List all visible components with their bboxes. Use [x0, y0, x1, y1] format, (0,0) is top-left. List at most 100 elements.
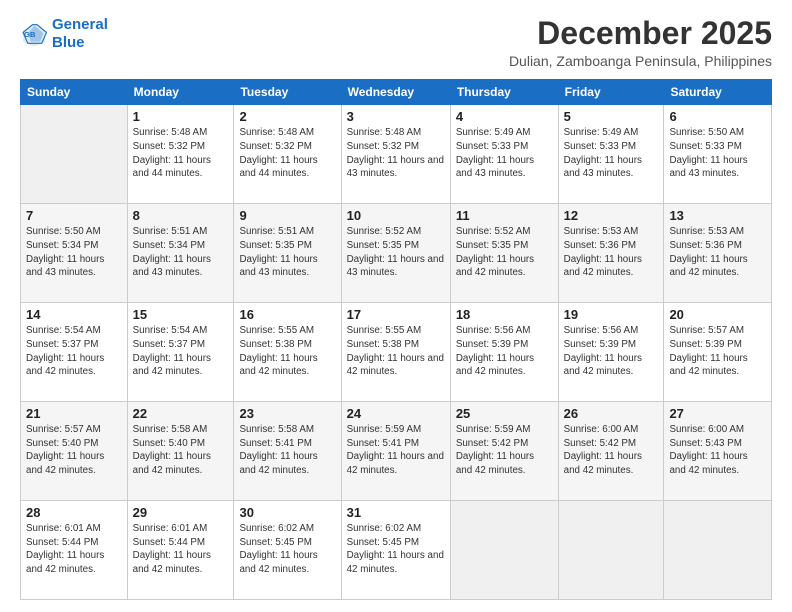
- calendar-cell: 30Sunrise: 6:02 AMSunset: 5:45 PMDayligh…: [234, 501, 341, 600]
- calendar-cell: 6Sunrise: 5:50 AMSunset: 5:33 PMDaylight…: [664, 105, 772, 204]
- calendar-cell: 22Sunrise: 5:58 AMSunset: 5:40 PMDayligh…: [127, 402, 234, 501]
- calendar-cell: 31 Sunrise: 6:02 AMSunset: 5:45 PMDayligh…: [341, 501, 450, 600]
- calendar-cell: [558, 501, 664, 600]
- page: GB General Blue December 2025 Dulian, Za…: [0, 0, 792, 612]
- calendar-cell: 25 Sunrise: 5:59 AMSunset: 5:42 PMDayligh…: [450, 402, 558, 501]
- day-number: 10: [347, 208, 445, 223]
- calendar-week-row: 7Sunrise: 5:50 AMSunset: 5:34 PMDaylight…: [21, 204, 772, 303]
- svg-text:GB: GB: [24, 30, 36, 39]
- day-number: 29: [133, 505, 229, 520]
- day-number: 12: [564, 208, 659, 223]
- calendar-cell: 5 Sunrise: 5:49 AMSunset: 5:33 PMDaylight…: [558, 105, 664, 204]
- day-info: Sunrise: 6:02 AMSunset: 5:45 PMDaylight:…: [347, 522, 445, 577]
- day-info: Sunrise: 5:51 AMSunset: 5:35 PMDaylight:…: [239, 225, 335, 280]
- main-title: December 2025: [509, 16, 772, 51]
- day-number: 8: [133, 208, 229, 223]
- calendar-week-row: 21 Sunrise: 5:57 AMSunset: 5:40 PMDayligh…: [21, 402, 772, 501]
- weekday-header: Thursday: [450, 80, 558, 105]
- calendar-cell: 20 Sunrise: 5:57 AMSunset: 5:39 PMDayligh…: [664, 303, 772, 402]
- calendar-cell: 29 Sunrise: 6:01 AMSunset: 5:44 PMDayligh…: [127, 501, 234, 600]
- day-number: 6: [669, 109, 766, 124]
- calendar-cell: 12 Sunrise: 5:53 AMSunset: 5:36 PMDayligh…: [558, 204, 664, 303]
- day-number: 2: [239, 109, 335, 124]
- calendar-cell: 17 Sunrise: 5:55 AMSunset: 5:38 PMDayligh…: [341, 303, 450, 402]
- calendar-cell: 26Sunrise: 6:00 AMSunset: 5:42 PMDayligh…: [558, 402, 664, 501]
- day-number: 31: [347, 505, 445, 520]
- day-number: 26: [564, 406, 659, 421]
- day-info: Sunrise: 6:01 AMSunset: 5:44 PMDaylight:…: [133, 522, 229, 577]
- calendar-header-row: SundayMondayTuesdayWednesdayThursdayFrid…: [21, 80, 772, 105]
- day-number: 5: [564, 109, 659, 124]
- weekday-header: Sunday: [21, 80, 128, 105]
- calendar-cell: 27Sunrise: 6:00 AMSunset: 5:43 PMDayligh…: [664, 402, 772, 501]
- calendar-cell: [664, 501, 772, 600]
- calendar-cell: 28 Sunrise: 6:01 AMSunset: 5:44 PMDayligh…: [21, 501, 128, 600]
- day-number: 23: [239, 406, 335, 421]
- day-info: Sunrise: 5:57 AMSunset: 5:40 PMDaylight:…: [26, 423, 122, 478]
- logo: GB General Blue: [20, 16, 108, 52]
- calendar-cell: 11 Sunrise: 5:52 AMSunset: 5:35 PMDayligh…: [450, 204, 558, 303]
- day-number: 15: [133, 307, 229, 322]
- calendar-cell: 19 Sunrise: 5:56 AMSunset: 5:39 PMDayligh…: [558, 303, 664, 402]
- calendar-cell: 24 Sunrise: 5:59 AMSunset: 5:41 PMDayligh…: [341, 402, 450, 501]
- day-info: Sunrise: 5:53 AMSunset: 5:36 PMDaylight:…: [564, 225, 659, 280]
- day-number: 24: [347, 406, 445, 421]
- weekday-header: Tuesday: [234, 80, 341, 105]
- day-info: Sunrise: 5:56 AMSunset: 5:39 PMDaylight:…: [564, 324, 659, 379]
- weekday-header: Monday: [127, 80, 234, 105]
- calendar-cell: 18 Sunrise: 5:56 AMSunset: 5:39 PMDayligh…: [450, 303, 558, 402]
- day-number: 1: [133, 109, 229, 124]
- day-number: 30: [239, 505, 335, 520]
- day-number: 28: [26, 505, 122, 520]
- calendar-cell: 16Sunrise: 5:55 AMSunset: 5:38 PMDayligh…: [234, 303, 341, 402]
- logo-icon: GB: [20, 20, 48, 48]
- day-info: Sunrise: 5:49 AMSunset: 5:33 PMDaylight:…: [564, 126, 659, 181]
- calendar-cell: 13 Sunrise: 5:53 AMSunset: 5:36 PMDayligh…: [664, 204, 772, 303]
- day-info: Sunrise: 6:00 AMSunset: 5:43 PMDaylight:…: [669, 423, 766, 478]
- calendar-week-row: 1 Sunrise: 5:48 AMSunset: 5:32 PMDaylight…: [21, 105, 772, 204]
- day-info: Sunrise: 5:55 AMSunset: 5:38 PMDaylight:…: [347, 324, 445, 379]
- calendar-cell: 10 Sunrise: 5:52 AMSunset: 5:35 PMDayligh…: [341, 204, 450, 303]
- day-info: Sunrise: 5:49 AMSunset: 5:33 PMDaylight:…: [456, 126, 553, 181]
- day-number: 9: [239, 208, 335, 223]
- day-number: 11: [456, 208, 553, 223]
- day-info: Sunrise: 5:54 AMSunset: 5:37 PMDaylight:…: [26, 324, 122, 379]
- day-number: 17: [347, 307, 445, 322]
- day-number: 19: [564, 307, 659, 322]
- calendar-cell: 9 Sunrise: 5:51 AMSunset: 5:35 PMDaylight…: [234, 204, 341, 303]
- logo-text: General Blue: [52, 16, 108, 52]
- day-info: Sunrise: 5:51 AMSunset: 5:34 PMDaylight:…: [133, 225, 229, 280]
- logo-line1: General: [52, 16, 108, 33]
- subtitle: Dulian, Zamboanga Peninsula, Philippines: [509, 53, 772, 69]
- calendar-cell: 8 Sunrise: 5:51 AMSunset: 5:34 PMDaylight…: [127, 204, 234, 303]
- day-number: 20: [669, 307, 766, 322]
- day-number: 18: [456, 307, 553, 322]
- day-info: Sunrise: 5:59 AMSunset: 5:41 PMDaylight:…: [347, 423, 445, 478]
- calendar-week-row: 28 Sunrise: 6:01 AMSunset: 5:44 PMDayligh…: [21, 501, 772, 600]
- weekday-header: Saturday: [664, 80, 772, 105]
- calendar: SundayMondayTuesdayWednesdayThursdayFrid…: [20, 79, 772, 600]
- day-info: Sunrise: 5:54 AMSunset: 5:37 PMDaylight:…: [133, 324, 229, 379]
- day-number: 25: [456, 406, 553, 421]
- calendar-cell: 1 Sunrise: 5:48 AMSunset: 5:32 PMDaylight…: [127, 105, 234, 204]
- calendar-cell: [21, 105, 128, 204]
- calendar-cell: 23 Sunrise: 5:58 AMSunset: 5:41 PMDayligh…: [234, 402, 341, 501]
- day-info: Sunrise: 5:58 AMSunset: 5:41 PMDaylight:…: [239, 423, 335, 478]
- day-number: 22: [133, 406, 229, 421]
- calendar-cell: 15 Sunrise: 5:54 AMSunset: 5:37 PMDayligh…: [127, 303, 234, 402]
- day-info: Sunrise: 5:52 AMSunset: 5:35 PMDaylight:…: [456, 225, 553, 280]
- day-info: Sunrise: 5:52 AMSunset: 5:35 PMDaylight:…: [347, 225, 445, 280]
- day-number: 21: [26, 406, 122, 421]
- day-info: Sunrise: 5:53 AMSunset: 5:36 PMDaylight:…: [669, 225, 766, 280]
- day-number: 16: [239, 307, 335, 322]
- day-info: Sunrise: 5:56 AMSunset: 5:39 PMDaylight:…: [456, 324, 553, 379]
- day-info: Sunrise: 5:59 AMSunset: 5:42 PMDaylight:…: [456, 423, 553, 478]
- day-info: Sunrise: 6:01 AMSunset: 5:44 PMDaylight:…: [26, 522, 122, 577]
- day-number: 13: [669, 208, 766, 223]
- day-number: 14: [26, 307, 122, 322]
- weekday-header: Friday: [558, 80, 664, 105]
- day-info: Sunrise: 5:48 AMSunset: 5:32 PMDaylight:…: [133, 126, 229, 181]
- logo-line2: Blue: [52, 34, 85, 51]
- calendar-cell: 7Sunrise: 5:50 AMSunset: 5:34 PMDaylight…: [21, 204, 128, 303]
- day-info: Sunrise: 5:57 AMSunset: 5:39 PMDaylight:…: [669, 324, 766, 379]
